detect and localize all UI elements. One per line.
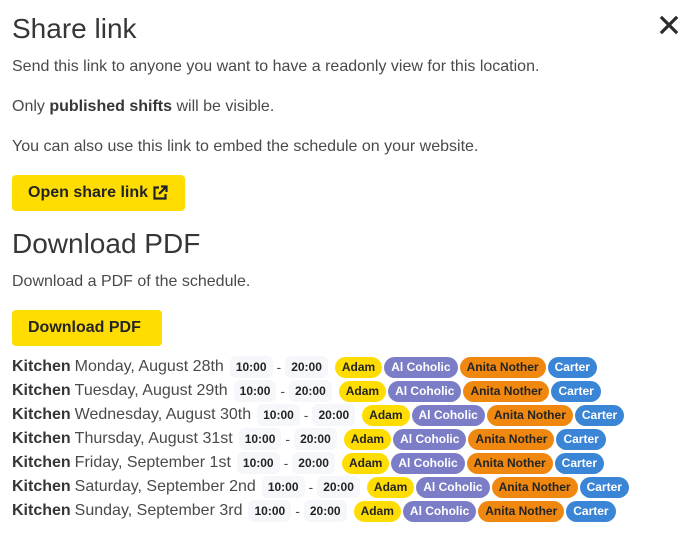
employee-tag: Anita Nother	[466, 452, 553, 474]
share-title: Share link	[12, 13, 137, 44]
shift-date: Friday, September 1st	[74, 454, 231, 471]
employee-tag: Carter	[579, 476, 629, 498]
employee-tag: Adam	[334, 356, 383, 378]
employee-tag: Anita Nother	[478, 500, 565, 522]
shift-date: Sunday, September 3rd	[74, 502, 243, 519]
schedule-row: Kitchen Wednesday, August 30th 10:00-20:00…	[12, 403, 629, 427]
schedule-row: Kitchen Friday, September 1st 10:00-20:00 A…	[12, 451, 629, 475]
shift-start-time: 10:00	[248, 500, 292, 522]
shift-start-time: 10:00	[257, 404, 300, 426]
employee-tag: Al Coholic	[384, 356, 458, 378]
employee-tag: Anita Nother	[459, 356, 546, 378]
open-share-link-label: Open share link	[28, 184, 149, 201]
employee-tag: Adam	[338, 380, 387, 402]
time-separator: -	[303, 407, 309, 423]
shift-start-time: 10:00	[233, 380, 277, 402]
shift-date: Thursday, August 31st	[74, 430, 233, 447]
employee-tag: Carter	[566, 500, 616, 522]
schedule-row: Kitchen Monday, August 28th 10:00-20:00 Ada…	[12, 355, 629, 379]
schedule-row: Kitchen Sunday, September 3rd 10:00-20:00 A…	[12, 499, 629, 523]
shift-date: Tuesday, August 29th	[74, 382, 228, 399]
time-separator: -	[276, 359, 282, 375]
employee-tag: Anita Nother	[468, 428, 555, 450]
employee-tag: Adam	[341, 452, 390, 474]
shift-end-time: 20:00	[317, 476, 360, 498]
time-separator: -	[308, 479, 314, 495]
published-suffix: will be visible.	[172, 98, 275, 115]
shift-location: Kitchen	[12, 358, 71, 375]
published-prefix: Only	[12, 98, 50, 115]
schedule-row: Kitchen Tuesday, August 29th 10:00-20:00 Ad…	[12, 379, 629, 403]
shift-location: Kitchen	[12, 478, 71, 495]
employee-tag: Carter	[556, 428, 606, 450]
close-button[interactable]	[658, 14, 680, 36]
employee-tag: Anita Nother	[463, 380, 550, 402]
employee-tag: Al Coholic	[402, 500, 477, 522]
close-icon	[659, 15, 679, 35]
shift-start-time: 10:00	[238, 428, 282, 450]
employee-tag: Al Coholic	[391, 452, 465, 474]
shift-end-time: 20:00	[289, 380, 332, 402]
time-separator: -	[280, 383, 286, 399]
employee-tag: Anita Nother	[486, 404, 573, 426]
shift-end-time: 20:00	[285, 356, 328, 378]
pdf-description: Download a PDF of the schedule.	[12, 273, 251, 290]
shift-date: Monday, August 28th	[74, 358, 224, 375]
schedule-list: Kitchen Monday, August 28th 10:00-20:00 Ada…	[12, 355, 629, 523]
employee-tag: Carter	[547, 356, 597, 378]
shift-location: Kitchen	[12, 502, 71, 519]
open-share-link-button[interactable]: Open share link	[12, 175, 185, 211]
shift-start-time: 10:00	[236, 452, 280, 474]
time-separator: -	[285, 431, 291, 447]
schedule-row: Kitchen Thursday, August 31st 10:00-20:00 A…	[12, 427, 629, 451]
shift-location: Kitchen	[12, 382, 71, 399]
shift-end-time: 20:00	[303, 500, 347, 522]
download-pdf-button[interactable]: Download PDF	[12, 310, 162, 346]
shift-location: Kitchen	[12, 430, 71, 447]
shift-end-time: 20:00	[292, 452, 335, 474]
shift-location: Kitchen	[12, 454, 71, 471]
published-note: Only published shifts will be visible.	[12, 98, 274, 116]
employee-tag: Carter	[551, 380, 601, 402]
external-link-icon	[153, 185, 168, 200]
employee-tag: Adam	[366, 476, 415, 498]
employee-tag: Al Coholic	[416, 476, 490, 498]
shift-end-time: 20:00	[312, 404, 356, 426]
employee-tag: Adam	[353, 500, 401, 522]
employee-tag: Adam	[343, 428, 392, 450]
pdf-title: Download PDF	[12, 228, 201, 259]
embed-note: You can also use this link to embed the …	[12, 138, 479, 155]
shift-end-time: 20:00	[294, 428, 337, 450]
share-description: Send this link to anyone you want to hav…	[12, 58, 540, 75]
time-separator: -	[283, 455, 289, 471]
employee-tag: Al Coholic	[388, 380, 462, 402]
employee-tag: Carter	[574, 404, 625, 426]
employee-tag: Al Coholic	[411, 404, 485, 426]
employee-tag: Carter	[554, 452, 605, 474]
shift-start-time: 10:00	[229, 356, 273, 378]
employee-tag: Al Coholic	[393, 428, 467, 450]
time-separator: -	[295, 503, 300, 519]
download-pdf-label: Download PDF	[28, 319, 141, 336]
published-bold: published shifts	[49, 98, 173, 115]
shift-location: Kitchen	[12, 406, 71, 423]
employee-tag: Adam	[362, 404, 410, 426]
schedule-row: Kitchen Saturday, September 2nd 10:00-20:0…	[12, 475, 629, 499]
shift-date: Saturday, September 2nd	[74, 478, 256, 495]
shift-date: Wednesday, August 30th	[74, 406, 252, 423]
employee-tag: Anita Nother	[491, 476, 578, 498]
shift-start-time: 10:00	[261, 476, 305, 498]
